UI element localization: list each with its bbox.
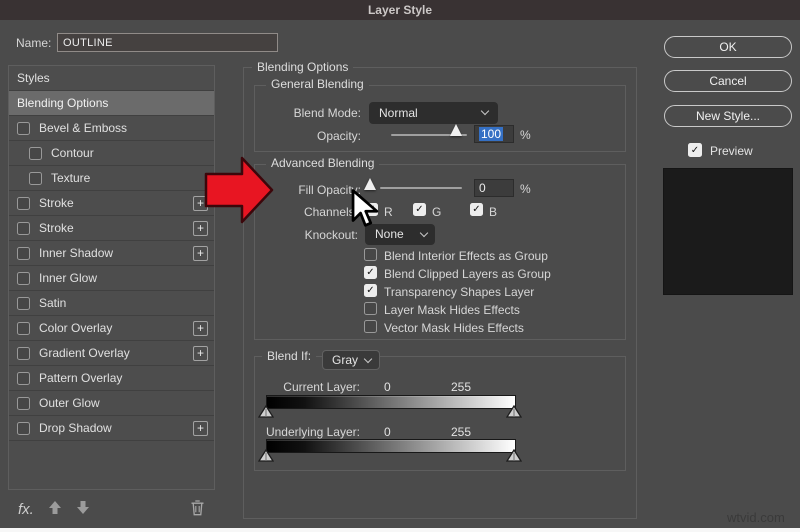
- sidebar-item-outer-glow[interactable]: Outer Glow: [9, 391, 214, 416]
- checkbox-icon[interactable]: [17, 396, 30, 410]
- cancel-button[interactable]: Cancel: [664, 70, 792, 92]
- blend-if-dropdown[interactable]: Gray: [322, 350, 380, 370]
- preview-checkbox[interactable]: ✓: [688, 143, 702, 157]
- blend-interior-checkbox[interactable]: [364, 248, 377, 261]
- checkbox-icon[interactable]: [29, 171, 42, 185]
- panel-title: Blending Options: [252, 60, 354, 74]
- move-up-icon[interactable]: [48, 500, 62, 518]
- channel-b-label: B: [489, 205, 498, 219]
- checkbox-icon[interactable]: [17, 321, 30, 335]
- blending-options-panel: Blending Options General Blending Blend …: [243, 60, 637, 519]
- sidebar-item-bevel-emboss[interactable]: Bevel & Emboss: [9, 116, 214, 141]
- underlying-layer-left-slider[interactable]: [257, 448, 275, 462]
- sidebar-footer: fx.: [8, 496, 215, 522]
- transparency-shapes-label: Transparency Shapes Layer: [384, 285, 535, 299]
- opacity-slider-thumb[interactable]: [450, 124, 462, 136]
- mouse-cursor-icon: [351, 189, 381, 236]
- watermark: wtvid.com: [727, 510, 785, 525]
- sidebar-item-styles[interactable]: Styles: [9, 66, 214, 91]
- fill-opacity-input[interactable]: 0: [474, 179, 514, 197]
- layer-mask-hides-checkbox[interactable]: [364, 302, 377, 315]
- fill-opacity-slider-track[interactable]: [380, 187, 462, 189]
- channel-r-label: R: [384, 205, 393, 219]
- chevron-down-icon: [363, 354, 373, 364]
- checkbox-icon[interactable]: [17, 196, 30, 210]
- checkbox-icon[interactable]: [17, 271, 30, 285]
- layer-style-dialog: Layer Style Name: Styles Blending Option…: [0, 0, 800, 532]
- blend-mode-dropdown[interactable]: Normal: [369, 102, 498, 124]
- sidebar-item-inner-shadow[interactable]: Inner Shadow +: [9, 241, 214, 266]
- blend-interior-label: Blend Interior Effects as Group: [384, 249, 548, 263]
- checkbox-icon[interactable]: [17, 421, 30, 435]
- opacity-label: Opacity:: [316, 129, 361, 143]
- checkbox-icon[interactable]: [29, 146, 42, 160]
- bottom-edge: [0, 528, 800, 532]
- blend-if-group: [254, 356, 626, 471]
- current-layer-gradient-bar[interactable]: [266, 395, 516, 409]
- chevron-down-icon: [419, 228, 429, 238]
- name-label: Name:: [16, 36, 52, 50]
- checkbox-icon[interactable]: [17, 121, 30, 135]
- add-effect-plus-icon[interactable]: +: [193, 346, 208, 361]
- sidebar-item-color-overlay[interactable]: Color Overlay +: [9, 316, 214, 341]
- current-layer-min: 0: [384, 380, 391, 394]
- preview-swatch: [663, 168, 793, 295]
- checkbox-icon[interactable]: [17, 346, 30, 360]
- add-effect-plus-icon[interactable]: +: [193, 246, 208, 261]
- vector-mask-hides-checkbox[interactable]: [364, 320, 377, 333]
- underlying-layer-right-slider[interactable]: [505, 448, 523, 462]
- new-style-button[interactable]: New Style...: [664, 105, 792, 127]
- sidebar-item-drop-shadow[interactable]: Drop Shadow +: [9, 416, 214, 441]
- checkbox-icon[interactable]: [17, 296, 30, 310]
- current-layer-left-slider[interactable]: [257, 404, 275, 418]
- titlebar[interactable]: Layer Style: [0, 0, 800, 20]
- blend-if-label: Blend If:: [262, 349, 317, 363]
- vector-mask-hides-label: Vector Mask Hides Effects: [384, 321, 524, 335]
- sidebar-item-stroke-1[interactable]: Stroke +: [9, 191, 214, 216]
- dialog-title: Layer Style: [367, 3, 433, 17]
- opacity-input[interactable]: 100: [474, 125, 514, 143]
- move-down-icon[interactable]: [76, 500, 90, 518]
- sidebar-item-stroke-2[interactable]: Stroke +: [9, 216, 214, 241]
- sidebar-item-blending-options[interactable]: Blending Options: [9, 91, 214, 116]
- add-effect-plus-icon[interactable]: +: [193, 421, 208, 436]
- style-name-input[interactable]: [57, 33, 278, 52]
- styles-sidebar: Styles Blending Options Bevel & Emboss C…: [8, 65, 215, 490]
- checkbox-icon[interactable]: [17, 221, 30, 235]
- chevron-down-icon: [480, 106, 490, 116]
- blend-clipped-label: Blend Clipped Layers as Group: [384, 267, 551, 281]
- underlying-layer-max: 255: [451, 425, 472, 439]
- channel-g-label: G: [432, 205, 442, 219]
- transparency-shapes-checkbox[interactable]: ✓: [364, 284, 377, 297]
- underlying-layer-gradient-bar[interactable]: [266, 439, 516, 453]
- blend-clipped-checkbox[interactable]: ✓: [364, 266, 377, 279]
- underlying-layer-label: Underlying Layer:: [265, 425, 360, 439]
- sidebar-item-satin[interactable]: Satin: [9, 291, 214, 316]
- sidebar-item-texture[interactable]: Texture: [9, 166, 214, 191]
- sidebar-item-gradient-overlay[interactable]: Gradient Overlay +: [9, 341, 214, 366]
- sidebar-item-contour[interactable]: Contour: [9, 141, 214, 166]
- trash-icon[interactable]: [190, 499, 205, 519]
- add-effect-plus-icon[interactable]: +: [193, 321, 208, 336]
- blend-mode-label: Blend Mode:: [293, 106, 361, 120]
- layer-mask-hides-label: Layer Mask Hides Effects: [384, 303, 520, 317]
- channel-g-checkbox[interactable]: ✓: [413, 203, 426, 216]
- fx-icon[interactable]: fx.: [18, 501, 34, 518]
- opacity-unit: %: [520, 128, 531, 142]
- checkbox-icon[interactable]: [17, 246, 30, 260]
- current-layer-label: Current Layer:: [283, 380, 360, 394]
- underlying-layer-min: 0: [384, 425, 391, 439]
- advanced-blending-title: Advanced Blending: [266, 156, 380, 170]
- current-layer-right-slider[interactable]: [505, 404, 523, 418]
- fill-opacity-unit: %: [520, 182, 531, 196]
- preview-label: Preview: [710, 144, 753, 158]
- general-blending-title: General Blending: [266, 77, 369, 91]
- ok-button[interactable]: OK: [664, 36, 792, 58]
- sidebar-item-inner-glow[interactable]: Inner Glow: [9, 266, 214, 291]
- current-layer-max: 255: [451, 380, 472, 394]
- channel-b-checkbox[interactable]: ✓: [470, 203, 483, 216]
- sidebar-item-pattern-overlay[interactable]: Pattern Overlay: [9, 366, 214, 391]
- checkbox-icon[interactable]: [17, 371, 30, 385]
- red-arrow-annotation: [204, 152, 276, 231]
